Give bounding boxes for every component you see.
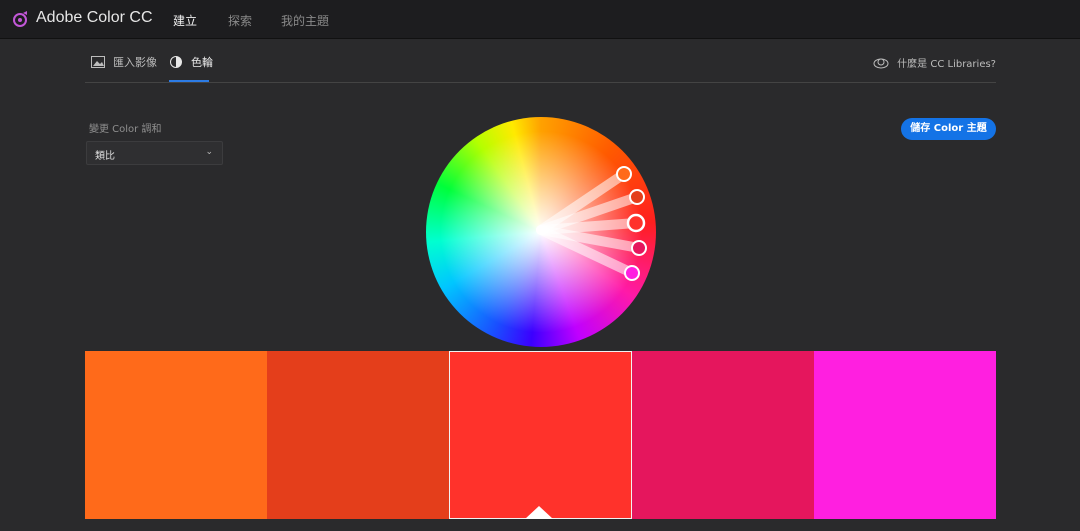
harmony-rule-value: 類比: [95, 151, 115, 162]
subtab-color-wheel[interactable]: 色輪: [169, 54, 213, 70]
color-handle[interactable]: [624, 265, 640, 281]
chevron-down-icon: ⌄: [205, 147, 213, 157]
divider: [85, 82, 996, 83]
adobe-color-logo-icon[interactable]: [12, 10, 30, 28]
creative-cloud-icon: [873, 58, 889, 68]
cc-libraries-help-label: 什麼是 CC Libraries?: [897, 59, 996, 70]
color-swatch-selected[interactable]: [449, 351, 632, 519]
subtab-color-wheel-label: 色輪: [191, 56, 213, 69]
app-title: Adobe Color CC: [36, 9, 153, 26]
save-theme-button[interactable]: 儲存 Color 主題: [901, 118, 996, 140]
tab-explore[interactable]: 探索: [228, 12, 252, 29]
color-handle[interactable]: [629, 189, 645, 205]
color-handle[interactable]: [631, 240, 647, 256]
selected-caret-icon: [525, 506, 554, 519]
color-handle[interactable]: [616, 166, 632, 182]
tab-my-themes[interactable]: 我的主題: [281, 12, 329, 29]
image-icon: [91, 56, 105, 68]
color-swatch[interactable]: [813, 351, 997, 519]
subtab-import-image[interactable]: 匯入影像: [91, 54, 157, 70]
color-handle-base[interactable]: [626, 213, 646, 233]
subtab-import-image-label: 匯入影像: [113, 56, 157, 69]
color-swatch[interactable]: [85, 351, 268, 519]
harmony-rule-label: 變更 Color 調和: [89, 124, 162, 135]
bottom-strip: [85, 519, 996, 531]
cc-libraries-help-link[interactable]: 什麼是 CC Libraries?: [873, 55, 996, 70]
wheel-handles: [536, 166, 647, 281]
tab-create[interactable]: 建立: [173, 12, 197, 29]
color-wheel-icon: [170, 56, 182, 68]
top-bar: Adobe Color CC 建立 探索 我的主題: [0, 0, 1080, 39]
swatch-row: [85, 351, 997, 519]
color-swatch[interactable]: [631, 351, 814, 519]
color-swatch[interactable]: [267, 351, 450, 519]
harmony-rule-select[interactable]: 類比 ⌄: [86, 141, 223, 165]
